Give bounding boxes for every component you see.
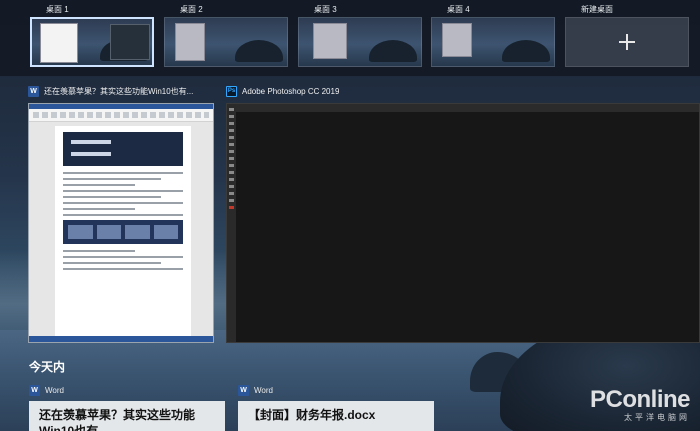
tool-icon bbox=[229, 115, 234, 118]
tool-icon bbox=[229, 164, 234, 167]
word-ribbon-tools bbox=[33, 112, 209, 118]
word-status-bar bbox=[29, 336, 213, 342]
tool-icon bbox=[229, 108, 234, 111]
document-image-tile bbox=[96, 225, 121, 239]
color-swatch-icon bbox=[229, 206, 234, 209]
thumbnail-word-window bbox=[40, 23, 78, 63]
timeline-section-label: 今天内 bbox=[29, 360, 66, 374]
photoshop-toolbar bbox=[227, 104, 236, 342]
word-icon: W bbox=[29, 384, 40, 396]
desktop-label: 桌面 3 bbox=[314, 5, 337, 14]
thumbnail-wallpaper-rock bbox=[369, 40, 417, 62]
tool-icon bbox=[229, 192, 234, 195]
thumbnail-app-window bbox=[110, 24, 150, 60]
word-title-bar bbox=[29, 104, 213, 109]
document-image-strip bbox=[71, 152, 111, 156]
tool-icon bbox=[229, 122, 234, 125]
document-text-line bbox=[63, 256, 183, 258]
activity-card[interactable]: 还在羡慕苹果？其实这些功能Win10也有... bbox=[29, 401, 225, 431]
activity-card[interactable]: 【封面】财务年报.docx bbox=[238, 401, 434, 431]
desktop-2[interactable]: 桌面 2 bbox=[164, 5, 288, 67]
document-text-line bbox=[63, 262, 162, 264]
tool-icon bbox=[229, 143, 234, 146]
document-image-tile bbox=[125, 225, 150, 239]
photoshop-icon: Ps bbox=[226, 85, 237, 97]
thumbnail-wallpaper-rock bbox=[502, 40, 550, 62]
thumbnail-app-window bbox=[313, 23, 347, 59]
document-text-line bbox=[63, 202, 183, 204]
document-text-line bbox=[63, 268, 183, 270]
timeline-activity[interactable]: W Word 还在羡慕苹果？其实这些功能Win10也有... bbox=[29, 383, 229, 431]
document-text-line bbox=[63, 250, 135, 252]
desktop-label: 桌面 2 bbox=[180, 5, 203, 14]
desktop-4[interactable]: 桌面 4 bbox=[431, 5, 555, 67]
thumbnail-app-window bbox=[442, 23, 472, 57]
desktop-label: 桌面 1 bbox=[46, 5, 69, 14]
photoshop-window-preview[interactable] bbox=[226, 103, 700, 343]
photoshop-workspace bbox=[236, 112, 699, 342]
activity-header: W Word bbox=[29, 383, 229, 397]
window-word[interactable]: W 还在羡慕苹果？其实这些功能Win10也有... bbox=[28, 84, 214, 343]
document-text-line bbox=[63, 214, 183, 216]
activity-app-name: Word bbox=[45, 385, 64, 395]
photoshop-menubar bbox=[236, 104, 699, 112]
thumbnail-wallpaper-rock bbox=[235, 40, 283, 62]
timeline-activity[interactable]: W Word 【封面】财务年报.docx bbox=[238, 383, 438, 431]
window-header[interactable]: Ps Adobe Photoshop CC 2019 bbox=[226, 84, 700, 98]
new-desktop-button[interactable] bbox=[565, 17, 689, 67]
tool-icon bbox=[229, 171, 234, 174]
desktop-3[interactable]: 桌面 3 bbox=[298, 5, 422, 67]
tool-icon bbox=[229, 157, 234, 160]
activity-title: 【封面】财务年报.docx bbox=[248, 408, 376, 422]
document-image-desktops bbox=[63, 220, 183, 244]
document-text-line bbox=[63, 196, 162, 198]
virtual-desktops-bar: 桌面 1 桌面 2 桌面 3 桌面 4 新建桌面 bbox=[0, 0, 700, 76]
document-image-tile bbox=[68, 225, 93, 239]
new-desktop-label: 新建桌面 bbox=[581, 5, 613, 14]
word-icon: W bbox=[238, 384, 249, 396]
document-image-tile bbox=[153, 225, 178, 239]
watermark: PConline 太平洋电脑网 bbox=[589, 386, 691, 423]
document-text-line bbox=[63, 178, 162, 180]
word-ribbon bbox=[29, 104, 213, 122]
document-text-line bbox=[63, 184, 135, 186]
desktop-label: 桌面 4 bbox=[447, 5, 470, 14]
desktop-thumbnail[interactable] bbox=[431, 17, 555, 67]
word-window-preview[interactable] bbox=[28, 103, 214, 343]
thumbnail-app-window bbox=[175, 23, 205, 61]
desktop-1[interactable]: 桌面 1 bbox=[30, 5, 154, 67]
tool-icon bbox=[229, 185, 234, 188]
window-header[interactable]: W 还在羡慕苹果？其实这些功能Win10也有... bbox=[28, 84, 214, 98]
activity-title: 还在羡慕苹果？其实这些功能Win10也有... bbox=[39, 408, 196, 431]
word-icon: W bbox=[28, 85, 39, 97]
watermark-subtitle: 太平洋电脑网 bbox=[624, 413, 690, 422]
tool-icon bbox=[229, 136, 234, 139]
document-image bbox=[63, 132, 183, 166]
new-desktop[interactable]: 新建桌面 bbox=[565, 5, 689, 67]
document-text-line bbox=[63, 208, 135, 210]
document-text-line bbox=[63, 190, 183, 192]
desktop-thumbnail[interactable] bbox=[298, 17, 422, 67]
document-image-strip bbox=[71, 140, 111, 144]
window-photoshop[interactable]: Ps Adobe Photoshop CC 2019 bbox=[226, 84, 700, 343]
plus-icon bbox=[619, 34, 635, 50]
document-text-line bbox=[63, 172, 183, 174]
window-title: 还在羡慕苹果？其实这些功能Win10也有... bbox=[44, 86, 194, 96]
tool-icon bbox=[229, 199, 234, 202]
desktop-thumbnail[interactable] bbox=[30, 17, 154, 67]
watermark-brand: PConline bbox=[589, 386, 691, 413]
word-document-page bbox=[55, 126, 191, 340]
window-title: Adobe Photoshop CC 2019 bbox=[242, 86, 340, 96]
tool-icon bbox=[229, 129, 234, 132]
tool-icon bbox=[229, 178, 234, 181]
activity-app-name: Word bbox=[254, 385, 273, 395]
activity-header: W Word bbox=[238, 383, 438, 397]
desktop-thumbnail[interactable] bbox=[164, 17, 288, 67]
tool-icon bbox=[229, 150, 234, 153]
